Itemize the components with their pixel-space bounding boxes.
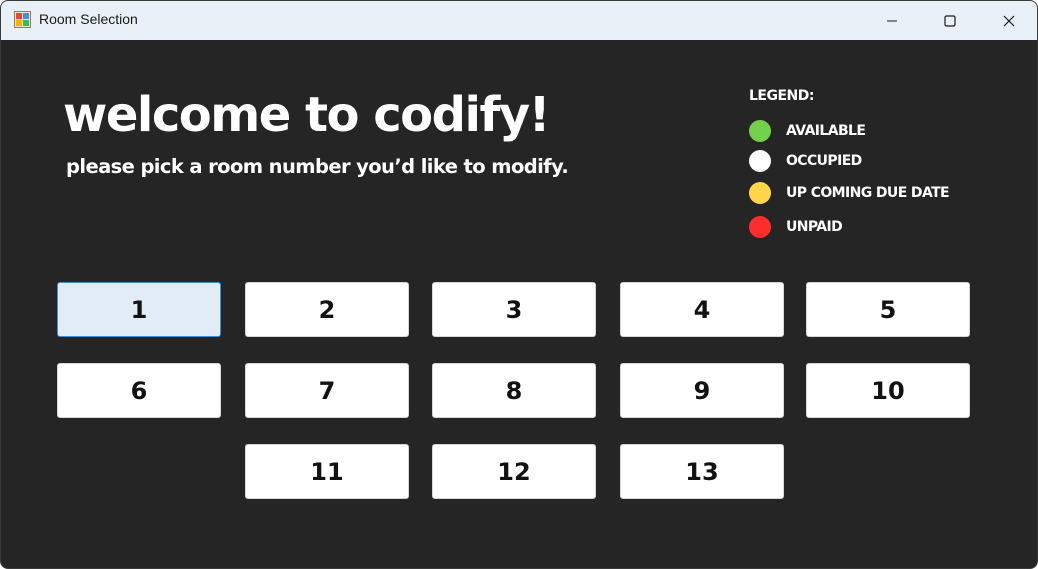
minimize-icon <box>886 15 898 27</box>
legend-item-occupied: OCCUPIED <box>749 150 862 172</box>
room-button-7[interactable]: 7 <box>245 363 409 418</box>
room-button-9[interactable]: 9 <box>620 363 784 418</box>
room-button-12[interactable]: 12 <box>432 444 596 499</box>
room-button-10[interactable]: 10 <box>806 363 970 418</box>
legend-item-available: AVAILABLE <box>749 120 866 142</box>
room-button-6[interactable]: 6 <box>57 363 221 418</box>
maximize-button[interactable] <box>927 1 973 40</box>
close-icon <box>1003 15 1015 27</box>
title-bar[interactable]: Room Selection <box>1 1 1037 40</box>
instruction-subheading: please pick a room number you’d like to … <box>66 155 569 178</box>
upcoming-due-status-dot <box>749 182 771 204</box>
close-button[interactable] <box>986 1 1032 40</box>
app-icon <box>14 11 31 28</box>
room-button-13[interactable]: 13 <box>620 444 784 499</box>
legend-label: AVAILABLE <box>786 123 866 139</box>
legend-label: UP COMING DUE DATE <box>786 185 950 201</box>
room-button-4[interactable]: 4 <box>620 282 784 337</box>
room-button-8[interactable]: 8 <box>432 363 596 418</box>
occupied-status-dot <box>749 150 771 172</box>
legend-item-unpaid: UNPAID <box>749 216 843 238</box>
minimize-button[interactable] <box>869 1 915 40</box>
room-selection-window: Room Selection welcome to codify! please… <box>0 0 1038 569</box>
room-button-2[interactable]: 2 <box>245 282 409 337</box>
window-title: Room Selection <box>39 11 138 27</box>
room-button-3[interactable]: 3 <box>432 282 596 337</box>
legend-label: OCCUPIED <box>786 153 862 169</box>
available-status-dot <box>749 120 771 142</box>
legend-title: LEGEND: <box>749 88 814 104</box>
unpaid-status-dot <box>749 216 771 238</box>
legend-label: UNPAID <box>786 219 843 235</box>
welcome-heading: welcome to codify! <box>63 87 551 143</box>
room-button-5[interactable]: 5 <box>806 282 970 337</box>
maximize-icon <box>944 14 956 27</box>
legend-item-upcoming-due-date: UP COMING DUE DATE <box>749 182 950 204</box>
room-button-1[interactable]: 1 <box>57 282 221 337</box>
room-button-11[interactable]: 11 <box>245 444 409 499</box>
